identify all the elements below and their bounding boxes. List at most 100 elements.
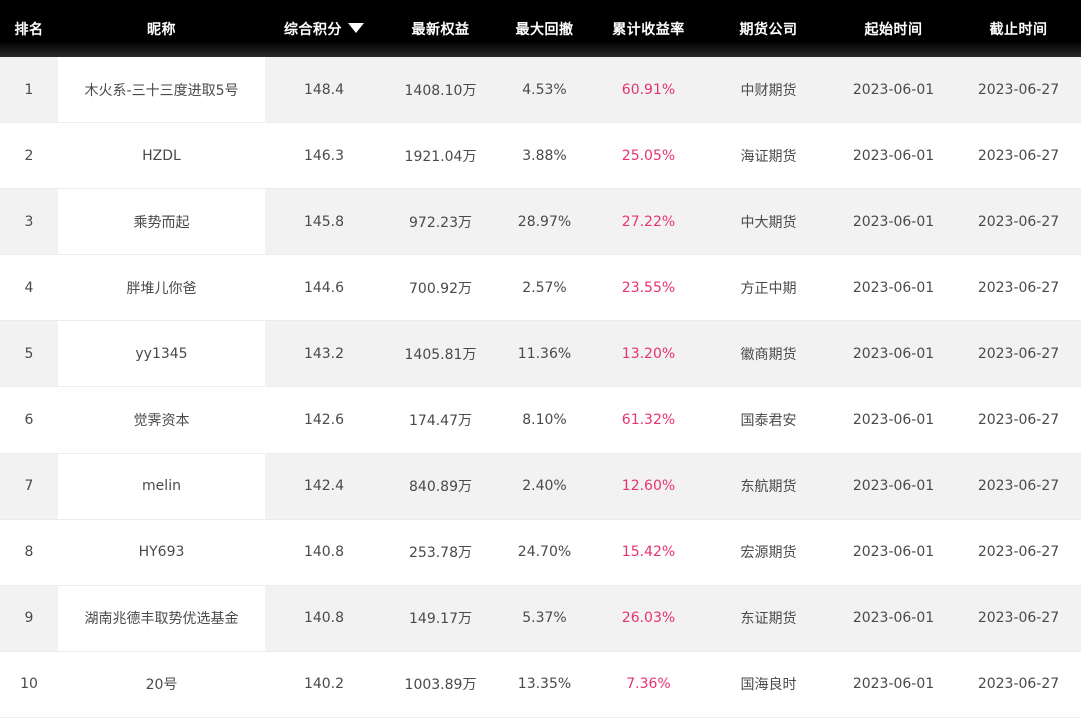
nickname-text[interactable]: melin xyxy=(142,478,181,494)
cell-score: 143.2 xyxy=(303,345,345,362)
cell-equity: 840.89万 xyxy=(409,479,472,496)
cell-name[interactable]: 湖南兆德丰取势优选基金 xyxy=(58,585,265,651)
nickname-text[interactable]: 20号 xyxy=(146,674,178,694)
nickname-text[interactable]: yy1345 xyxy=(135,346,187,362)
cell-end: 2023-06-27 xyxy=(977,412,1060,429)
cell-company: 徽商期货 xyxy=(740,346,797,363)
cell-drawdown: 8.10% xyxy=(522,412,567,429)
table-row[interactable]: 2 HZDL 146.3 1921.04万 3.88% 25.05% 海证期货 2023-06… xyxy=(0,123,1081,190)
table-row[interactable]: 7 melin 142.4 840.89万 2.40% 12.60% 东航期货 2023-06… xyxy=(0,453,1081,520)
cell-end: 2023-06-27 xyxy=(977,147,1060,164)
cell-end: 2023-06-27 xyxy=(977,478,1060,495)
table-row[interactable]: 8 HY693 140.8 253.78万 24.70% 15.42% 宏源期货 2023-0… xyxy=(0,519,1081,586)
header-return: 累计收益率 xyxy=(612,21,685,38)
nickname-text[interactable]: 湖南兆德丰取势优选基金 xyxy=(85,608,239,628)
header-start: 起始时间 xyxy=(864,21,923,38)
table-row[interactable]: 6 觉霁资本 142.6 174.47万 8.10% 61.32% 国泰君安 2023-06-… xyxy=(0,387,1081,454)
cell-score: 140.8 xyxy=(303,544,345,561)
cell-end: 2023-06-27 xyxy=(977,544,1060,561)
nickname-text[interactable]: 木火系-三十三度进取5号 xyxy=(85,80,239,100)
table-row[interactable]: 5 yy1345 143.2 1405.81万 11.36% 13.20% 徽商期货 2023… xyxy=(0,321,1081,388)
cell-name[interactable]: 觉霁资本 xyxy=(58,387,265,452)
cell-equity: 1003.89万 xyxy=(404,677,477,694)
table-row[interactable]: 4 胖堆儿你爸 144.6 700.92万 2.57% 23.55% 方正中期 2023-06… xyxy=(0,255,1081,322)
cell-name[interactable]: HY693 xyxy=(58,520,265,585)
table-row[interactable]: 1 木火系-三十三度进取5号 148.4 1408.10万 4.53% 60.91% 中财期… xyxy=(0,57,1081,124)
cell-drawdown: 3.88% xyxy=(522,147,567,164)
cell-end: 2023-06-27 xyxy=(977,610,1060,627)
header-name: 昵称 xyxy=(147,21,176,38)
cell-equity: 253.78万 xyxy=(409,545,472,562)
cell-end: 2023-06-27 xyxy=(977,213,1060,230)
cell-equity: 149.17万 xyxy=(409,611,472,628)
cell-company: 东航期货 xyxy=(740,479,797,496)
cell-score: 146.3 xyxy=(303,147,345,164)
header-score-sort[interactable]: 综合积分 xyxy=(265,19,383,39)
cell-rank: 8 xyxy=(24,544,34,561)
cell-score: 140.8 xyxy=(303,610,345,627)
table-header: 排名 昵称 综合积分 最新权益 最大回撤 累计收益率 期货公司 起始时间 截止时… xyxy=(0,0,1081,57)
cell-company: 中财期货 xyxy=(740,82,797,99)
cell-end: 2023-06-27 xyxy=(977,345,1060,362)
cell-rank: 6 xyxy=(24,412,34,429)
nickname-text[interactable]: HY693 xyxy=(139,544,185,560)
cell-return: 60.91% xyxy=(621,81,676,98)
cell-return: 23.55% xyxy=(621,279,676,296)
cell-equity: 174.47万 xyxy=(409,413,472,430)
cell-equity: 1921.04万 xyxy=(404,148,477,165)
cell-drawdown: 13.35% xyxy=(517,676,572,693)
cell-company: 宏源期货 xyxy=(740,545,797,562)
cell-return: 15.42% xyxy=(621,544,676,561)
cell-return: 25.05% xyxy=(621,147,676,164)
cell-name[interactable]: HZDL xyxy=(58,123,265,188)
cell-score: 142.4 xyxy=(303,478,345,495)
cell-rank: 4 xyxy=(24,279,34,296)
cell-score: 142.6 xyxy=(303,412,345,429)
cell-return: 12.60% xyxy=(621,478,676,495)
cell-start: 2023-06-01 xyxy=(852,610,935,627)
cell-company: 海证期货 xyxy=(740,148,797,165)
cell-name[interactable]: yy1345 xyxy=(58,321,265,387)
table-row[interactable]: 10 20号 140.2 1003.89万 13.35% 7.36% 国海良时 2023-06… xyxy=(0,651,1081,718)
cell-company: 东证期货 xyxy=(740,611,797,628)
cell-score: 140.2 xyxy=(303,676,345,693)
cell-return: 27.22% xyxy=(621,213,676,230)
header-end: 截止时间 xyxy=(989,21,1048,38)
table-row[interactable]: 3 乘势而起 145.8 972.23万 28.97% 27.22% 中大期货 2023-06… xyxy=(0,189,1081,256)
nickname-text[interactable]: 胖堆儿你爸 xyxy=(127,278,197,298)
header-drawdown: 最大回撤 xyxy=(515,21,574,38)
cell-rank: 10 xyxy=(20,676,38,693)
cell-equity: 1408.10万 xyxy=(404,82,477,99)
cell-start: 2023-06-01 xyxy=(852,345,935,362)
cell-equity: 1405.81万 xyxy=(404,346,477,363)
cell-name[interactable]: 胖堆儿你爸 xyxy=(58,255,265,320)
cell-name[interactable]: melin xyxy=(58,453,265,519)
cell-drawdown: 2.57% xyxy=(522,279,567,296)
cell-name[interactable]: 20号 xyxy=(58,652,265,717)
cell-rank: 9 xyxy=(24,610,34,627)
cell-rank: 5 xyxy=(24,345,34,362)
triangle-down-icon[interactable] xyxy=(348,22,364,33)
nickname-text[interactable]: HZDL xyxy=(142,148,181,164)
cell-score: 148.4 xyxy=(303,81,345,98)
cell-end: 2023-06-27 xyxy=(977,81,1060,98)
cell-company: 国海良时 xyxy=(740,677,797,694)
cell-start: 2023-06-01 xyxy=(852,544,935,561)
cell-name[interactable]: 木火系-三十三度进取5号 xyxy=(58,57,265,123)
table-row[interactable]: 9 湖南兆德丰取势优选基金 140.8 149.17万 5.37% 26.03% 东证期货 2… xyxy=(0,585,1081,652)
cell-start: 2023-06-01 xyxy=(852,147,935,164)
nickname-text[interactable]: 觉霁资本 xyxy=(134,410,190,430)
header-score-label: 综合积分 xyxy=(284,21,342,38)
cell-start: 2023-06-01 xyxy=(852,213,935,230)
cell-start: 2023-06-01 xyxy=(852,412,935,429)
cell-rank: 7 xyxy=(24,478,34,495)
nickname-text[interactable]: 乘势而起 xyxy=(134,212,190,232)
cell-company: 中大期货 xyxy=(740,214,797,231)
cell-drawdown: 4.53% xyxy=(522,81,567,98)
cell-return: 26.03% xyxy=(621,610,676,627)
cell-start: 2023-06-01 xyxy=(852,81,935,98)
cell-name[interactable]: 乘势而起 xyxy=(58,189,265,255)
cell-drawdown: 2.40% xyxy=(522,478,567,495)
cell-rank: 1 xyxy=(24,81,34,98)
cell-score: 144.6 xyxy=(303,279,345,296)
